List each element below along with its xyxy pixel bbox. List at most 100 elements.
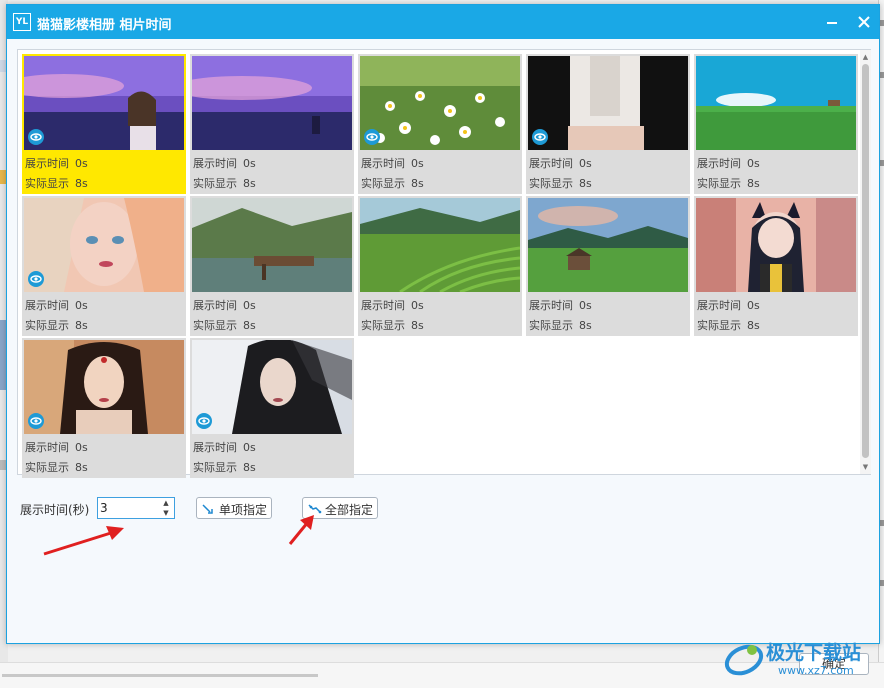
actual-time-text: 实际显示 8s [361,317,424,333]
duration-input[interactable] [100,500,158,516]
photo-thumbnail[interactable] [192,56,352,150]
photo-tile[interactable]: 展示时间 0s 实际显示 8s [22,338,186,478]
actual-time-label: 实际显示 [697,319,741,332]
actual-time-value: 8s [411,177,424,190]
show-time-label: 展示时间 [697,157,741,170]
show-time-text: 展示时间 0s [25,439,88,455]
actual-time-value: 8s [243,461,256,474]
spin-up-icon[interactable]: ▲ [160,498,172,508]
photo-thumbnail[interactable] [696,56,856,150]
assign-single-icon [202,504,213,514]
actual-time-label: 实际显示 [25,461,69,474]
photo-tile[interactable]: 展示时间 0s 实际显示 8s [694,196,858,336]
duration-label: 展示时间(秒) [20,503,90,517]
photo-tile[interactable]: 展示时间 0s 实际显示 8s [190,196,354,336]
actual-time-text: 实际显示 8s [25,317,88,333]
photo-tile[interactable]: 展示时间 0s 实际显示 8s [190,338,354,478]
photo-thumbnail[interactable] [192,340,352,434]
photo-time-dialog: YL 猫猫影楼相册 相片时间 展示时间 0s 实际显示 8s 展示时间 0s 实际显示 8s 展… [6,4,880,675]
preview-eye-icon[interactable] [196,413,212,429]
show-time-value: 0s [243,299,256,312]
duration-spinbox[interactable]: ▲ ▼ [97,497,175,519]
show-time-text: 展示时间 0s [361,155,424,171]
show-time-value: 0s [75,157,88,170]
actual-time-text: 实际显示 8s [529,317,592,333]
actual-time-label: 实际显示 [193,177,237,190]
actual-time-label: 实际显示 [361,319,405,332]
spin-down-icon[interactable]: ▼ [160,508,172,518]
actual-time-text: 实际显示 8s [193,175,256,191]
preview-eye-icon[interactable] [28,129,44,145]
actual-time-value: 8s [75,461,88,474]
show-time-label: 展示时间 [529,157,573,170]
photo-tile[interactable]: 展示时间 0s 实际显示 8s [190,54,354,194]
annotation-arrow-assign-all [288,515,314,545]
show-time-label: 展示时间 [25,441,69,454]
show-time-text: 展示时间 0s [361,297,424,313]
show-time-label: 展示时间 [193,299,237,312]
show-time-value: 0s [411,157,424,170]
photo-thumbnail[interactable] [696,198,856,292]
preview-eye-icon[interactable] [532,129,548,145]
assign-single-button[interactable]: 单项指定 [196,497,272,519]
actual-time-text: 实际显示 8s [25,459,88,475]
photo-thumbnail[interactable] [528,56,688,150]
assign-single-label: 单项指定 [219,503,268,517]
background-text-fragment [2,668,322,688]
photo-tile[interactable]: 展示时间 0s 实际显示 8s [526,54,690,194]
photo-tile[interactable]: 展示时间 0s 实际显示 8s [22,54,186,194]
photo-thumbnail[interactable] [360,56,520,150]
actual-time-label: 实际显示 [697,177,741,190]
actual-time-text: 实际显示 8s [697,175,760,191]
scrollbar-thumb[interactable] [862,64,869,458]
photo-thumbnail[interactable] [528,198,688,292]
actual-time-value: 8s [747,319,760,332]
actual-time-value: 8s [243,319,256,332]
dialog-title: 猫猫影楼相册 相片时间 [37,18,172,33]
show-time-label: 展示时间 [25,299,69,312]
photo-thumbnail[interactable] [192,198,352,292]
actual-time-value: 8s [747,177,760,190]
watermark: 极光下载站 www.xz7.com [722,636,882,682]
actual-time-label: 实际显示 [361,177,405,190]
actual-time-label: 实际显示 [25,319,69,332]
actual-time-value: 8s [243,177,256,190]
show-time-value: 0s [579,299,592,312]
actual-time-value: 8s [579,177,592,190]
photo-thumbnail[interactable] [24,340,184,434]
actual-time-value: 8s [579,319,592,332]
preview-eye-icon[interactable] [28,271,44,287]
vertical-scrollbar[interactable]: ▲ ▼ [860,50,871,474]
actual-time-label: 实际显示 [529,319,573,332]
show-time-label: 展示时间 [25,157,69,170]
photo-thumbnail[interactable] [360,198,520,292]
actual-time-text: 实际显示 8s [361,175,424,191]
actual-time-label: 实际显示 [193,319,237,332]
actual-time-label: 实际显示 [193,461,237,474]
watermark-name: 极光下载站 [766,642,862,664]
show-time-value: 0s [75,441,88,454]
preview-eye-icon[interactable] [364,129,380,145]
show-time-text: 展示时间 0s [193,155,256,171]
show-time-text: 展示时间 0s [529,297,592,313]
scroll-down-arrow-icon[interactable]: ▼ [860,462,871,472]
preview-eye-icon[interactable] [28,413,44,429]
photo-tile[interactable]: 展示时间 0s 实际显示 8s [358,54,522,194]
photo-tile[interactable]: 展示时间 0s 实际显示 8s [22,196,186,336]
photo-thumbnail[interactable] [24,198,184,292]
actual-time-text: 实际显示 8s [25,175,88,191]
photo-tile[interactable]: 展示时间 0s 实际显示 8s [526,196,690,336]
actual-time-label: 实际显示 [25,177,69,190]
show-time-value: 0s [579,157,592,170]
scroll-up-arrow-icon[interactable]: ▲ [860,52,871,62]
minimize-icon[interactable] [821,11,843,33]
show-time-text: 展示时间 0s [193,297,256,313]
show-time-value: 0s [747,157,760,170]
photo-tile[interactable]: 展示时间 0s 实际显示 8s [694,54,858,194]
show-time-label: 展示时间 [193,157,237,170]
photo-thumbnail[interactable] [22,54,186,152]
show-time-text: 展示时间 0s [529,155,592,171]
close-icon[interactable] [853,11,875,33]
app-logo: YL [13,13,31,31]
photo-tile[interactable]: 展示时间 0s 实际显示 8s [358,196,522,336]
